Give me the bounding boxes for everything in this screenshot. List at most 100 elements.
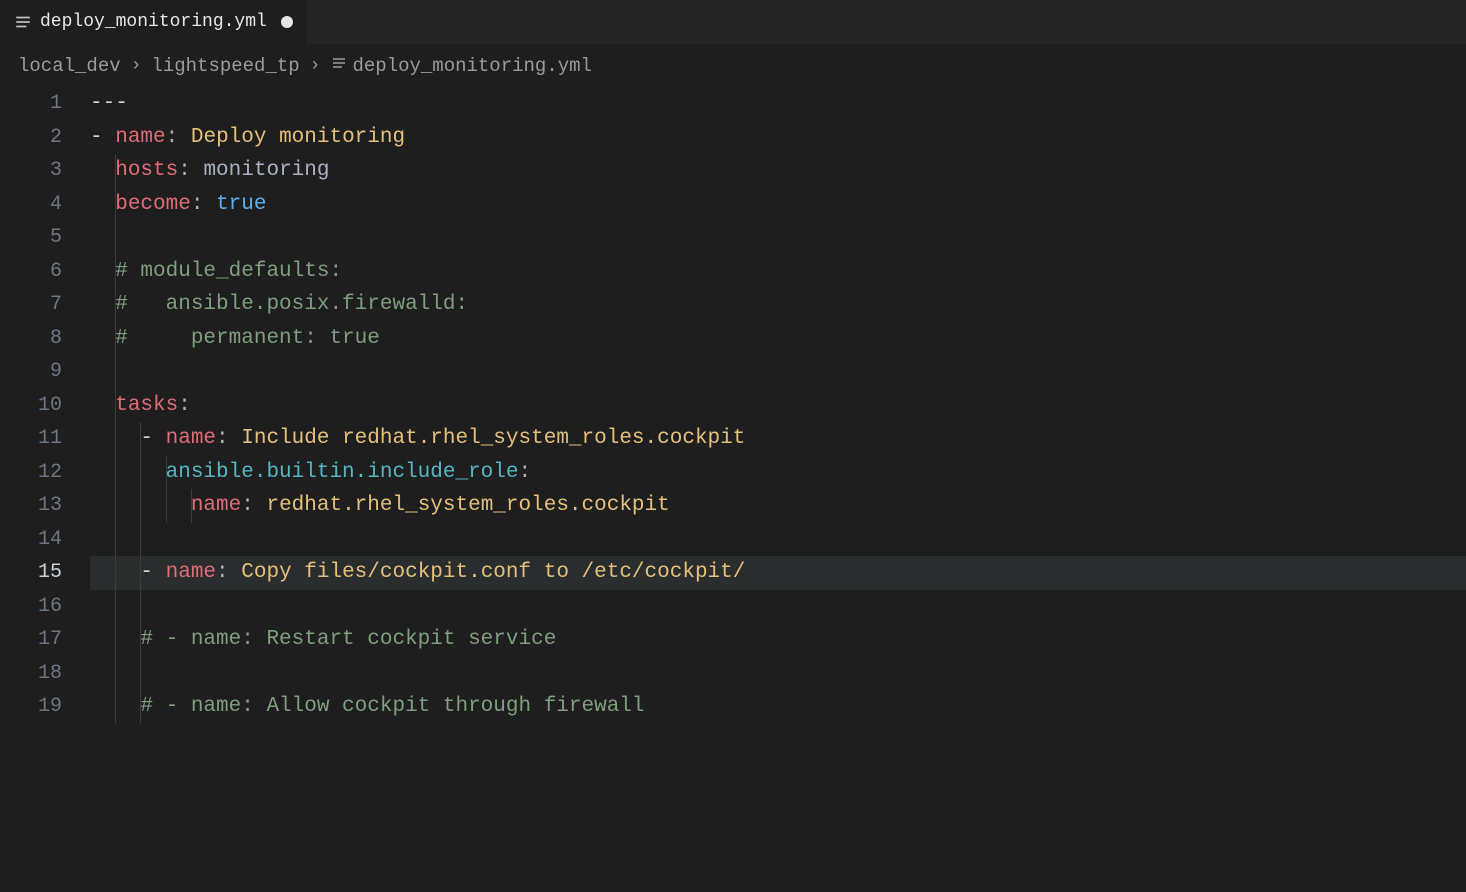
code-line[interactable]: # permanent: true	[90, 322, 1466, 356]
code-line[interactable]	[90, 590, 1466, 624]
line-number: 10	[0, 389, 62, 423]
line-number: 16	[0, 590, 62, 624]
indent-guide	[115, 389, 116, 423]
indent-guide	[115, 489, 116, 523]
line-number: 1	[0, 87, 62, 121]
file-icon	[330, 54, 348, 72]
indent-guide	[166, 456, 167, 490]
code-token	[90, 159, 115, 182]
line-number: 13	[0, 489, 62, 523]
indent-guide	[115, 154, 116, 188]
code-token: :	[518, 461, 531, 484]
indent-guide	[140, 456, 141, 490]
code-editor[interactable]: 12345678910111213141516171819 ---- name:…	[0, 87, 1466, 724]
code-line[interactable]	[90, 657, 1466, 691]
line-number: 7	[0, 288, 62, 322]
code-line[interactable]	[90, 523, 1466, 557]
line-number: 5	[0, 221, 62, 255]
indent-guide	[115, 523, 116, 557]
code-token: become	[115, 193, 191, 216]
file-icon	[14, 13, 32, 31]
code-line[interactable]: # - name: Allow cockpit through firewall	[90, 690, 1466, 724]
code-token: # ansible.posix.firewalld:	[115, 293, 468, 316]
chevron-right-icon: ›	[310, 56, 321, 76]
line-number: 19	[0, 690, 62, 724]
indent-guide	[140, 422, 141, 456]
breadcrumb: local_dev › lightspeed_tp › deploy_monit…	[0, 44, 1466, 87]
line-number: 2	[0, 121, 62, 155]
code-token: :	[216, 561, 241, 584]
breadcrumb-label: deploy_monitoring.yml	[352, 55, 591, 77]
line-number: 3	[0, 154, 62, 188]
indent-guide	[115, 590, 116, 624]
code-token: :	[178, 394, 191, 417]
code-token: monitoring	[203, 159, 329, 182]
line-number: 4	[0, 188, 62, 222]
code-line[interactable]: ansible.builtin.include_role:	[90, 456, 1466, 490]
indent-guide	[140, 657, 141, 691]
breadcrumb-item[interactable]: lightspeed_tp	[151, 55, 299, 77]
code-line[interactable]: name: redhat.rhel_system_roles.cockpit	[90, 489, 1466, 523]
line-number: 15	[0, 556, 62, 590]
code-token: -	[90, 427, 166, 450]
indent-guide	[115, 623, 116, 657]
code-token: redhat.rhel_system_roles.cockpit	[266, 494, 669, 517]
line-number-gutter: 12345678910111213141516171819	[0, 87, 90, 724]
code-token: tasks	[115, 394, 178, 417]
indent-guide	[140, 556, 141, 590]
code-line[interactable]: ---	[90, 87, 1466, 121]
indent-guide	[115, 322, 116, 356]
tab-file[interactable]: deploy_monitoring.yml	[0, 0, 308, 44]
indent-guide	[115, 188, 116, 222]
indent-guide	[140, 523, 141, 557]
code-token: :	[191, 193, 216, 216]
code-token	[90, 394, 115, 417]
breadcrumb-item[interactable]: deploy_monitoring.yml	[330, 54, 591, 77]
line-number: 18	[0, 657, 62, 691]
code-token: ansible.builtin.include_role	[166, 461, 519, 484]
code-line[interactable]: # module_defaults:	[90, 255, 1466, 289]
indent-guide	[140, 623, 141, 657]
tab-bar: deploy_monitoring.yml	[0, 0, 1466, 44]
code-token: :	[178, 159, 203, 182]
indent-guide	[191, 489, 192, 523]
code-token: name	[115, 126, 165, 149]
line-number: 17	[0, 623, 62, 657]
breadcrumb-item[interactable]: local_dev	[18, 55, 121, 77]
tab-label: deploy_monitoring.yml	[40, 12, 267, 32]
indent-guide	[115, 255, 116, 289]
code-line[interactable]: hosts: monitoring	[90, 154, 1466, 188]
line-number: 9	[0, 355, 62, 389]
code-line[interactable]: - name: Deploy monitoring	[90, 121, 1466, 155]
code-token: -	[90, 126, 115, 149]
dirty-indicator-icon[interactable]	[281, 16, 293, 28]
code-line[interactable]: tasks:	[90, 389, 1466, 423]
code-line[interactable]: become: true	[90, 188, 1466, 222]
line-number: 12	[0, 456, 62, 490]
code-token: name	[166, 561, 216, 584]
indent-guide	[166, 489, 167, 523]
code-line[interactable]	[90, 221, 1466, 255]
line-number: 11	[0, 422, 62, 456]
code-line[interactable]: # - name: Restart cockpit service	[90, 623, 1466, 657]
code-token: ---	[90, 92, 128, 115]
code-token: Copy files/cockpit.conf to /etc/cockpit/	[241, 561, 745, 584]
indent-guide	[115, 288, 116, 322]
code-line[interactable]	[90, 355, 1466, 389]
indent-guide	[115, 556, 116, 590]
indent-guide	[140, 590, 141, 624]
indent-guide	[115, 456, 116, 490]
code-line[interactable]: # ansible.posix.firewalld:	[90, 288, 1466, 322]
code-token: hosts	[115, 159, 178, 182]
code-token: name	[191, 494, 241, 517]
code-token: name	[166, 427, 216, 450]
indent-guide	[115, 355, 116, 389]
code-area[interactable]: ---- name: Deploy monitoring hosts: moni…	[90, 87, 1466, 724]
code-token: :	[216, 427, 241, 450]
code-line[interactable]: - name: Copy files/cockpit.conf to /etc/…	[90, 556, 1466, 590]
indent-guide	[140, 489, 141, 523]
code-token: # - name: Restart cockpit service	[140, 628, 556, 651]
code-line[interactable]: - name: Include redhat.rhel_system_roles…	[90, 422, 1466, 456]
code-token: -	[90, 561, 166, 584]
code-token: true	[216, 193, 266, 216]
